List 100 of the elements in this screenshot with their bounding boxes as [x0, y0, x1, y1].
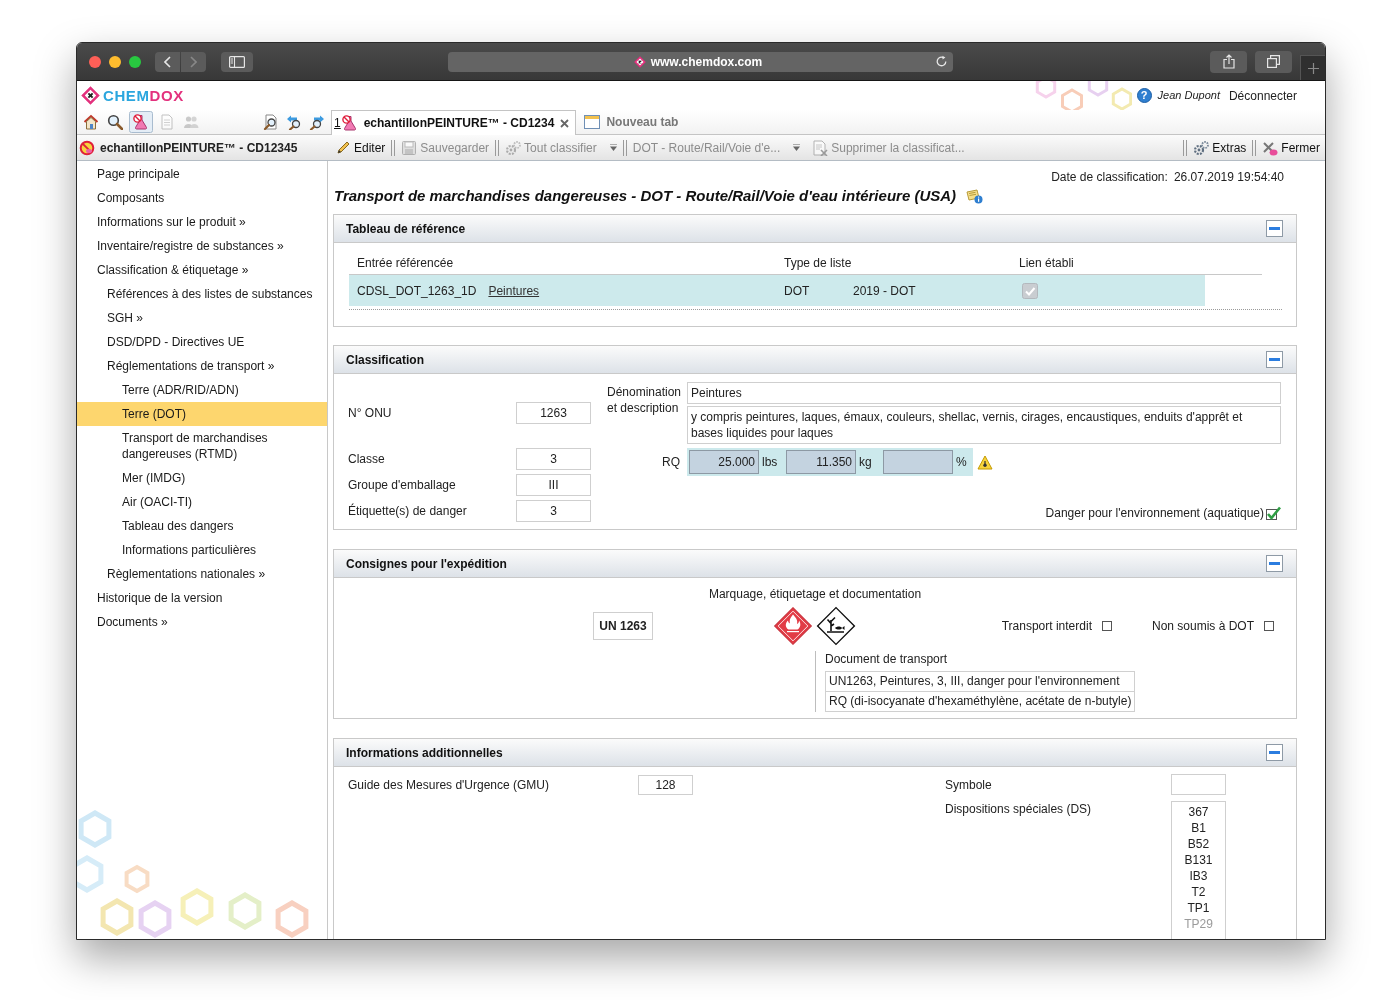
checkbox-label: Non soumis à DOT	[1151, 618, 1254, 635]
field-label: RQ	[661, 454, 681, 471]
text-field[interactable]: UN1263, Peintures, 3, III, danger pour l'environnement	[825, 671, 1136, 692]
window-minimize-button[interactable]	[109, 55, 121, 68]
column-header: Lien établi	[1019, 256, 1074, 270]
gears-icon	[505, 139, 522, 156]
checkbox[interactable]	[1101, 621, 1112, 631]
list-box[interactable]: 367 B1 B52 B131 IB3 T2 TP1 TP29	[1171, 801, 1226, 939]
checkbox[interactable]	[1264, 621, 1274, 631]
list-item[interactable]: B52	[1187, 836, 1210, 852]
field-label: Classe	[348, 451, 386, 468]
edit-button[interactable]: Editer	[333, 137, 388, 158]
new-tab-button[interactable]	[1300, 55, 1325, 80]
input-field[interactable]: Peintures	[687, 382, 1281, 404]
plus-icon	[1307, 62, 1319, 74]
field-label: Dénomination et description	[607, 384, 683, 417]
collapse-button[interactable]	[1266, 555, 1283, 572]
close-icon[interactable]	[560, 118, 570, 128]
prohibition-icon	[79, 139, 95, 156]
checkbox[interactable]	[1266, 505, 1281, 521]
link[interactable]: Peintures	[488, 281, 540, 300]
window-close-button[interactable]	[89, 55, 101, 68]
list-item[interactable]: B1	[1191, 820, 1206, 836]
home-icon[interactable]	[83, 114, 99, 130]
search-right-arrow-icon[interactable]	[309, 114, 325, 130]
back-button[interactable]	[155, 51, 180, 72]
input-field[interactable]: 128	[638, 774, 693, 795]
sidebar-item[interactable]: Transport de marchandises dangereuses (RTMD)	[77, 426, 327, 466]
address-bar[interactable]: www.chemdox.com	[448, 51, 953, 72]
window-icon	[584, 114, 601, 130]
extras-button[interactable]: Extras	[1191, 137, 1249, 158]
sidebar-item[interactable]: Tableau des dangers	[77, 514, 327, 538]
text-field[interactable]: RQ (di-isocyanate d'hexaméthylène, acétate de n-butyle)	[825, 691, 1136, 712]
checkbox-label: Transport interdit	[1001, 618, 1092, 635]
sidebar-item[interactable]: Informations particulières	[77, 538, 327, 562]
sidebar-toggle-button[interactable]	[221, 51, 253, 72]
checkbox[interactable]	[1022, 282, 1038, 299]
collapse-button[interactable]	[1266, 351, 1283, 368]
input-field[interactable]: III	[516, 474, 591, 496]
share-button[interactable]	[1210, 50, 1247, 73]
input-field[interactable]: 11.350	[786, 450, 856, 474]
search-icon[interactable]	[107, 114, 123, 130]
sidebar-item[interactable]: Air (OACI-TI)	[77, 490, 327, 514]
field-label: Symbole	[945, 776, 993, 794]
section-heading: Marquage, étiquetage et documentation	[708, 586, 922, 602]
panel-title: Informations additionnelles	[346, 744, 503, 762]
list-item[interactable]: IB3	[1189, 868, 1208, 884]
overlapping-squares-icon	[1267, 55, 1280, 68]
field-label: Étiquette(s) de danger	[348, 502, 468, 520]
sidebar-item[interactable]: Inventaire/registre de substances »	[77, 234, 327, 258]
collapse-button[interactable]	[1266, 220, 1283, 237]
record-title: echantillonPEINTURE™ - CD12345	[100, 139, 298, 157]
sidebar-item[interactable]: Règlementations nationales »	[77, 562, 327, 586]
sidebar-item[interactable]: Page principale	[77, 162, 327, 186]
panel-title: Tableau de référence	[346, 220, 466, 238]
tab[interactable]: 1 echantillonPEINTURE™ - CD1234	[331, 110, 577, 135]
sidebar-item[interactable]: DSD/DPD - Directives UE	[77, 330, 327, 354]
cross-icon	[1262, 139, 1279, 156]
column-header: Type de liste	[784, 256, 852, 270]
window-zoom-button[interactable]	[129, 55, 141, 68]
list-item[interactable]: TP1	[1187, 900, 1210, 916]
minus-icon	[1269, 562, 1280, 565]
close-button[interactable]: Fermer	[1260, 137, 1322, 158]
field-label: Document de transport	[825, 651, 948, 668]
sidebar-item[interactable]: Composants	[77, 186, 327, 210]
logout-link[interactable]: Déconnecter	[1228, 86, 1297, 105]
document-search-icon[interactable]	[263, 114, 279, 130]
input-field[interactable]: 3	[516, 500, 591, 522]
input-field[interactable]: 1263	[516, 402, 591, 424]
chevron-left-icon	[164, 55, 171, 68]
sidebar-item[interactable]: SGH »	[77, 306, 327, 330]
tabs-overview-button[interactable]	[1255, 50, 1292, 73]
sidebar-item[interactable]: Classification & étiquetage »	[77, 258, 327, 282]
input-field[interactable]: 25.000	[689, 450, 759, 474]
document-cross-icon	[812, 139, 829, 156]
list-item[interactable]: T2	[1191, 884, 1206, 900]
input-field[interactable]	[883, 450, 953, 474]
search-left-arrow-icon[interactable]	[286, 114, 302, 130]
collapse-button[interactable]	[1266, 744, 1283, 761]
list-item[interactable]: B131	[1184, 852, 1213, 868]
input-field[interactable]: y compris peintures, laques, émaux, couleurs, shellac, vernis, cirages, encaustiques, enduits d'apprêt et bases liquides pour laques	[687, 406, 1281, 444]
table-cell-text: CDSL_DOT_1263_1D	[357, 282, 477, 300]
sidebar-item[interactable]: Références à des listes de substances	[77, 282, 327, 306]
input-field[interactable]: 3	[516, 448, 591, 470]
input-field[interactable]	[1171, 774, 1226, 795]
flask-icon[interactable]	[129, 111, 153, 133]
panel-title: Classification	[346, 351, 425, 369]
minus-icon	[1269, 358, 1280, 361]
sidebar-item[interactable]: Terre (ADR/RID/ADN)	[77, 378, 327, 402]
sidebar-item[interactable]: Informations sur le produit »	[77, 210, 327, 234]
reload-icon[interactable]	[935, 55, 948, 68]
tab[interactable]: Nouveau tab	[579, 110, 685, 134]
sidebar-item[interactable]: Documents »	[77, 610, 327, 634]
list-item[interactable]: 367	[1188, 804, 1209, 820]
sidebar-item[interactable]: Réglementations de transport »	[77, 354, 327, 378]
sidebar-item[interactable]: Historique de la version	[77, 586, 327, 610]
sidebar-item[interactable]: Terre (DOT)	[77, 402, 327, 426]
help-button[interactable]: ?	[1136, 88, 1152, 103]
table-row[interactable]: CDSL_DOT_1263_1D Peintures DOT 2019 - DOT	[349, 275, 1205, 306]
sidebar-item[interactable]: Mer (IMDG)	[77, 466, 327, 490]
